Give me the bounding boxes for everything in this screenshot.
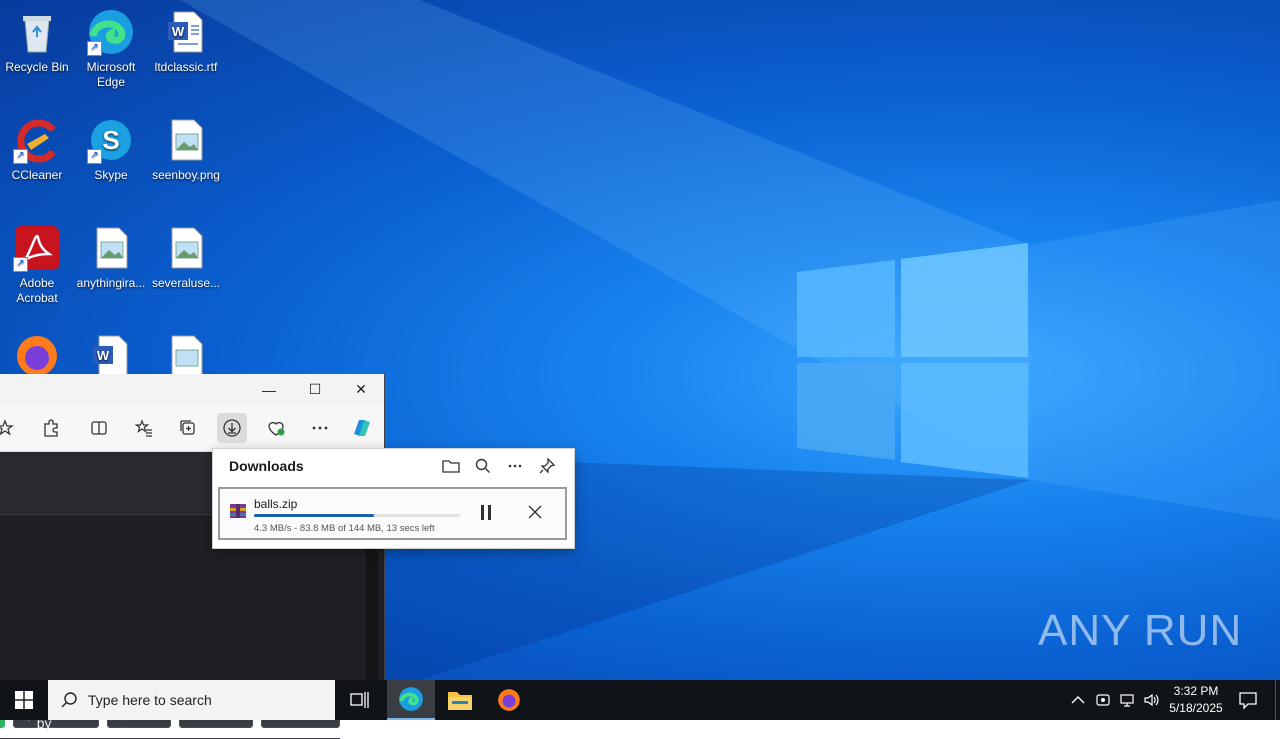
shortcut-arrow-icon: ↗ xyxy=(13,149,28,164)
pause-button[interactable] xyxy=(476,501,496,523)
start-button[interactable] xyxy=(0,680,48,720)
image-file-icon xyxy=(87,224,135,272)
search-icon xyxy=(61,692,77,708)
show-desktop-button[interactable] xyxy=(1275,680,1276,720)
close-button[interactable]: ✕ xyxy=(338,374,384,405)
edge-toolbar xyxy=(0,405,384,452)
desktop-icon-seenboy[interactable]: seenboy.png xyxy=(149,116,223,183)
windows-logo-wallpaper xyxy=(797,243,1028,478)
desktop-icon-recycle-bin[interactable]: Recycle Bin xyxy=(0,8,74,75)
network-icon[interactable] xyxy=(1118,691,1136,709)
desktop-icon-label: Microsoft Edge xyxy=(86,60,136,89)
image-file-icon xyxy=(162,116,210,164)
desktop-icon-ccleaner[interactable]: ↗ CCleaner xyxy=(0,116,74,183)
desktop-icon-label: CCleaner xyxy=(11,168,63,182)
taskbar-file-explorer[interactable] xyxy=(436,680,484,720)
clock-time: 3:32 PM xyxy=(1173,684,1219,698)
svg-text:S: S xyxy=(102,125,119,155)
desktop-icon-label: anythingira... xyxy=(76,276,146,290)
search-downloads-icon[interactable] xyxy=(471,455,495,477)
winrar-archive-icon xyxy=(229,502,247,525)
split-screen-icon[interactable] xyxy=(84,413,114,443)
desktop-icon-label: Adobe Acrobat xyxy=(16,276,58,305)
ccleaner-icon: ↗ xyxy=(13,116,61,164)
download-status: 4.3 MB/s - 83.8 MB of 144 MB, 13 secs le… xyxy=(254,523,435,534)
favorites-icon[interactable] xyxy=(129,413,159,443)
taskbar-firefox[interactable] xyxy=(485,680,533,720)
shortcut-arrow-icon: ↗ xyxy=(87,149,102,164)
desktop-icon-label: Skype xyxy=(94,168,128,182)
adobe-acrobat-icon: ↗ xyxy=(13,224,61,272)
shortcut-arrow-icon: ↗ xyxy=(87,41,102,56)
downloads-icon[interactable] xyxy=(217,413,247,443)
downloads-title: Downloads xyxy=(229,458,304,474)
favorite-star-icon[interactable] xyxy=(0,413,20,443)
more-icon[interactable] xyxy=(305,413,335,443)
pause-icon-bar xyxy=(488,504,491,520)
meet-now-icon[interactable] xyxy=(1094,691,1112,709)
taskbar: Type here to search 3:32 PM 5/18/2025 xyxy=(0,680,1280,720)
word-document-icon: W xyxy=(87,332,135,380)
shortcut-arrow-icon: ↗ xyxy=(13,257,28,272)
download-progress-track xyxy=(254,514,460,517)
open-folder-icon[interactable] xyxy=(439,455,463,477)
cancel-download-button[interactable] xyxy=(524,501,546,523)
word-document-icon: W xyxy=(162,8,210,56)
svg-text:W: W xyxy=(97,348,110,363)
firefox-icon xyxy=(498,689,520,711)
maximize-button[interactable]: ☐ xyxy=(292,374,338,405)
desktop-icon-anythingira[interactable]: anythingira... xyxy=(74,224,148,291)
taskbar-edge[interactable] xyxy=(387,680,435,720)
download-progress-fill xyxy=(254,514,374,517)
chevron-up-icon[interactable] xyxy=(1069,691,1087,709)
desktop-icon-ltdclassic[interactable]: W ltdclassic.rtf xyxy=(149,8,223,75)
taskbar-clock[interactable]: 3:32 PM 5/18/2025 xyxy=(1158,683,1234,717)
minimize-button[interactable]: — xyxy=(246,374,292,405)
desktop-icon-label: Recycle Bin xyxy=(5,60,69,74)
windows-start-icon xyxy=(15,691,33,709)
collections-icon[interactable] xyxy=(173,413,203,443)
notification-center-icon[interactable] xyxy=(1236,688,1260,712)
clock-date: 5/18/2025 xyxy=(1169,701,1223,715)
desktop-icon-severaluse[interactable]: severaluse... xyxy=(149,224,223,291)
recycle-bin-icon xyxy=(13,8,61,56)
skype-icon: S ↗ xyxy=(87,116,135,164)
desktop-icon-label: seenboy.png xyxy=(152,168,220,182)
pause-icon xyxy=(481,504,484,520)
downloads-more-icon[interactable] xyxy=(503,455,527,477)
firefox-icon xyxy=(13,332,61,380)
desktop-icon-skype[interactable]: S ↗ Skype xyxy=(74,116,148,183)
image-file-icon xyxy=(162,224,210,272)
anyrun-watermark: ANY RUN xyxy=(1038,606,1243,655)
desktop-icon-label: severaluse... xyxy=(151,276,221,290)
download-filename: balls.zip xyxy=(254,497,298,511)
edge-icon: ↗ xyxy=(87,8,135,56)
copilot-icon[interactable] xyxy=(347,413,377,443)
task-view-button[interactable] xyxy=(336,680,384,720)
image-file-icon xyxy=(162,332,210,380)
desktop-icon-label: ltdclassic.rtf xyxy=(154,60,218,74)
downloads-flyout: Downloads balls.zip 4.3 MB/s - 83.8 MB o… xyxy=(212,448,575,549)
svg-text:W: W xyxy=(172,24,185,39)
folder-icon xyxy=(448,692,472,710)
extensions-icon[interactable] xyxy=(36,413,66,443)
search-placeholder: Type here to search xyxy=(88,692,212,708)
close-icon xyxy=(528,505,542,519)
download-item[interactable]: balls.zip 4.3 MB/s - 83.8 MB of 144 MB, … xyxy=(218,487,567,540)
edge-titlebar[interactable]: — ☐ ✕ xyxy=(0,374,384,405)
browser-essentials-icon[interactable] xyxy=(261,413,291,443)
edge-icon xyxy=(399,687,423,711)
taskbar-search-box[interactable]: Type here to search xyxy=(48,680,335,720)
desktop-icon-microsoft-edge[interactable]: ↗ Microsoft Edge xyxy=(74,8,148,90)
task-view-icon xyxy=(350,692,369,708)
desktop-icon-adobe-acrobat[interactable]: ↗ Adobe Acrobat xyxy=(0,224,74,306)
pin-icon[interactable] xyxy=(535,455,559,477)
